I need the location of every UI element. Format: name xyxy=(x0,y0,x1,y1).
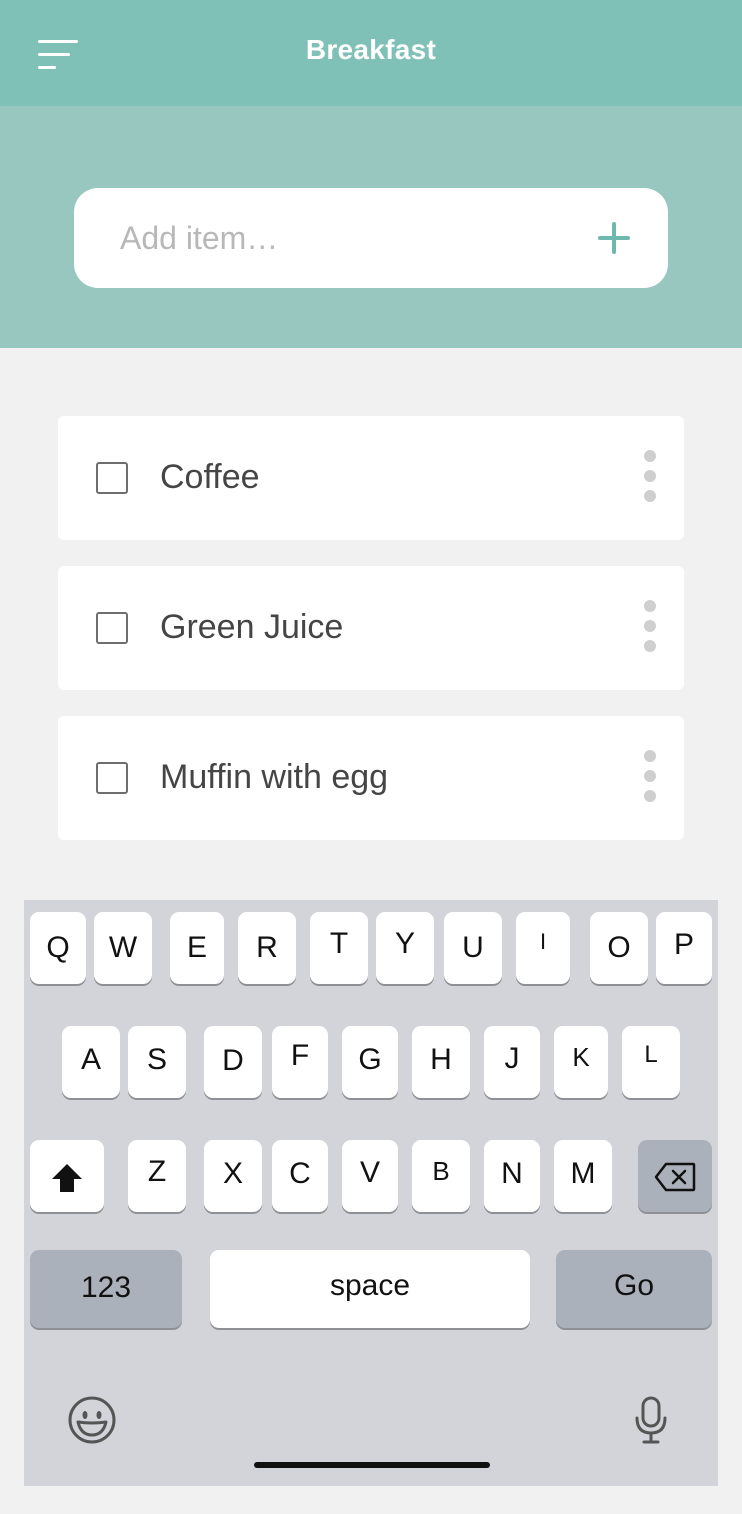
key-i[interactable]: I xyxy=(516,912,570,984)
microphone-icon[interactable] xyxy=(634,1396,668,1444)
add-item-input[interactable] xyxy=(120,213,560,263)
item-label: Green Juice xyxy=(160,608,344,646)
key-c[interactable]: C xyxy=(272,1140,328,1212)
key-v[interactable]: V xyxy=(342,1140,398,1212)
key-n[interactable]: N xyxy=(484,1140,540,1212)
shift-key[interactable] xyxy=(30,1140,104,1212)
backspace-icon xyxy=(654,1162,696,1192)
key-t[interactable]: T xyxy=(310,912,368,984)
key-f[interactable]: F xyxy=(272,1026,328,1098)
key-w[interactable]: W xyxy=(94,912,152,984)
key-d[interactable]: D xyxy=(204,1026,262,1098)
key-u[interactable]: U xyxy=(444,912,502,984)
item-checkbox[interactable] xyxy=(96,762,128,794)
app-header: Breakfast xyxy=(0,0,742,106)
more-vertical-icon[interactable] xyxy=(642,748,658,808)
key-l[interactable]: L xyxy=(622,1026,680,1098)
list-item[interactable]: Coffee xyxy=(58,416,684,540)
shift-icon xyxy=(52,1164,82,1192)
add-item-section xyxy=(0,106,742,348)
key-x[interactable]: X xyxy=(204,1140,262,1212)
add-item-box xyxy=(74,188,668,288)
key-g[interactable]: G xyxy=(342,1026,398,1098)
emoji-icon[interactable] xyxy=(67,1395,117,1445)
key-b[interactable]: B xyxy=(412,1140,470,1212)
key-h[interactable]: H xyxy=(412,1026,470,1098)
more-vertical-icon[interactable] xyxy=(642,448,658,508)
space-key[interactable]: space xyxy=(210,1250,530,1328)
numbers-key[interactable]: 123 xyxy=(30,1250,182,1328)
key-a[interactable]: A xyxy=(62,1026,120,1098)
key-e[interactable]: E xyxy=(170,912,224,984)
page-title: Breakfast xyxy=(305,34,437,65)
item-label: Coffee xyxy=(160,458,260,496)
key-o[interactable]: O xyxy=(590,912,648,984)
key-j[interactable]: J xyxy=(484,1026,540,1098)
key-z[interactable]: Z xyxy=(128,1140,186,1212)
key-r[interactable]: R xyxy=(238,912,296,984)
key-y[interactable]: Y xyxy=(376,912,434,984)
item-label: Muffin with egg xyxy=(160,758,389,796)
key-p[interactable]: P xyxy=(656,912,712,984)
backspace-key[interactable] xyxy=(638,1140,712,1212)
on-screen-keyboard: Q W E R T Y U I O P A S D F G H J K L Z … xyxy=(24,900,718,1486)
item-checkbox[interactable] xyxy=(96,612,128,644)
key-q[interactable]: Q xyxy=(30,912,86,984)
list-item[interactable]: Green Juice xyxy=(58,566,684,690)
go-key[interactable]: Go xyxy=(556,1250,712,1328)
key-s[interactable]: S xyxy=(128,1026,186,1098)
item-checkbox[interactable] xyxy=(96,462,128,494)
more-vertical-icon[interactable] xyxy=(642,598,658,658)
key-k[interactable]: K xyxy=(554,1026,608,1098)
home-indicator xyxy=(254,1462,490,1468)
list-item[interactable]: Muffin with egg xyxy=(58,716,684,840)
add-item-button[interactable] xyxy=(596,220,632,256)
key-m[interactable]: M xyxy=(554,1140,612,1212)
